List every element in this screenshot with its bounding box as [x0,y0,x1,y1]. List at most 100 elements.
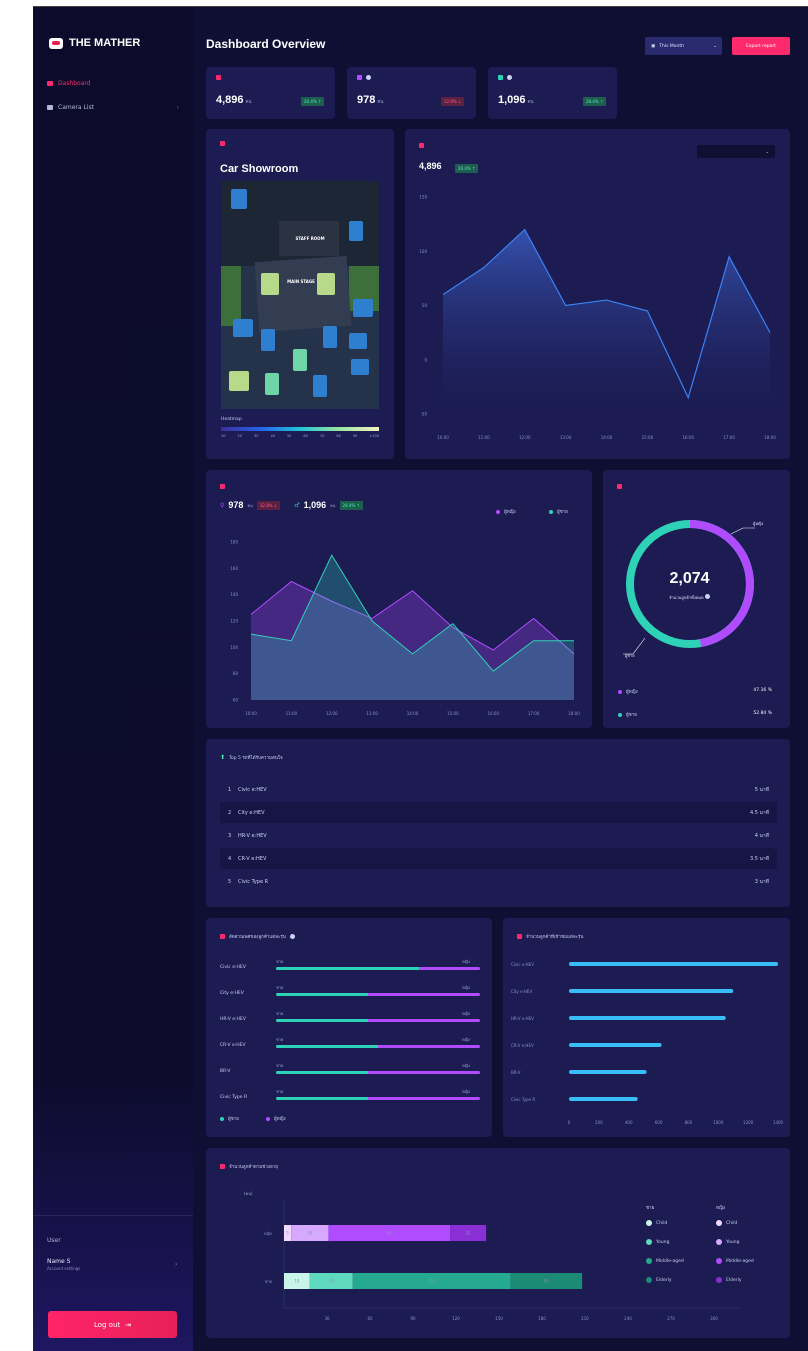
female-segment [367,1019,480,1022]
logout-button[interactable]: Log out ⇥ [48,1311,177,1338]
scale-tick: 50 [286,434,292,438]
x-tick-label: 15:00 [447,711,459,716]
female-label: หญิง [462,985,470,990]
list-item[interactable]: 4 CR-V e:HEV 3.5 นาที [220,848,777,869]
x-tick-label: 150 [495,1316,503,1321]
user-name[interactable]: Name S [47,1258,70,1265]
info-icon[interactable] [366,75,371,80]
car-spot[interactable] [349,333,367,349]
date-filter-dropdown[interactable]: ▣ This Month ⌄ [645,37,722,55]
car-spot[interactable] [353,299,373,317]
map-title: Car Showroom [220,163,299,175]
rank: 2 [228,809,232,816]
showroom-map-card: Car Showroom STAFF ROOM MAIN STAGE Heatm… [206,129,394,459]
y-tick-label: 120 [230,619,238,624]
info-icon[interactable] [704,594,710,599]
card-header: สัดส่วนเพศของลูกค้าแต่ละรุ่น [220,933,295,940]
list-item[interactable]: 1 Civic e:HEV 5 นาที [220,779,777,800]
scale-tick: 60 [303,434,308,438]
rank: 1 [228,786,232,793]
car-spot[interactable] [351,359,369,375]
info-icon[interactable] [507,75,512,80]
x-tick-label: 17:00 [528,711,540,716]
legend-item: Child [646,1220,667,1226]
bar [569,1097,638,1101]
sidebar-item-dashboard[interactable]: Dashboard [47,80,179,87]
car-spot[interactable] [231,189,247,209]
car-spot[interactable] [323,326,337,348]
y-tick-label: 50 [422,303,428,308]
car-spot[interactable] [261,273,279,295]
y-tick-label: 100 [419,249,427,254]
category-label: BR-V [511,1070,521,1075]
female-icon [357,75,362,80]
gender-ratio-bar[interactable] [276,993,480,996]
male-label: ชาย [276,1011,284,1016]
male-icon [498,75,503,80]
gender-ratio-bar[interactable] [276,1045,480,1048]
scale-tick: 70 [319,434,325,438]
gender-ratio-bar[interactable] [276,1097,480,1100]
category-label: Civic e:HEV [511,962,534,967]
calendar-icon: ▣ [651,43,656,49]
legend-item: Young [646,1239,669,1245]
gender-ratio-bar[interactable] [276,967,480,970]
brand-name: THE MATHER [69,37,141,49]
car-spot[interactable] [233,319,253,337]
export-report-button[interactable]: Export report [732,37,790,55]
card-header: ⬆ Top 5 รถที่ได้รับความสนใจ [220,754,283,761]
view-time: 5 นาที [754,786,769,793]
male-segment [276,1071,368,1074]
category-label: City e:HEV [511,989,532,994]
x-tick-label: 13:00 [366,711,378,716]
y-tick-label: 80 [233,671,239,676]
car-spot[interactable] [313,375,327,397]
car-spot[interactable] [293,349,307,371]
list-item[interactable]: 2 City e:HEV 4.5 นาที [220,802,777,823]
gender-by-car-card: สัดส่วนเพศของลูกค้าแต่ละรุ่น Civic e:HEV… [206,918,492,1137]
x-tick-label: 400 [625,1120,633,1125]
segment-label: 18 [294,1279,300,1284]
x-tick-label: 18:00 [568,711,580,716]
car-spot[interactable] [317,273,335,295]
logo-icon [49,37,63,49]
x-tick-label: 200 [595,1120,603,1125]
male-label: ชาย [276,1063,284,1068]
x-tick-label: 1400 [773,1120,784,1125]
y-tick-label: 150 [419,195,427,200]
gender-ratio-bar[interactable] [276,1019,480,1022]
x-tick-label: 240 [624,1316,632,1321]
list-item[interactable]: 3 HR-V e:HEV 4 นาที [220,825,777,846]
car-name: Civic e:HEV [220,965,246,970]
car-spot[interactable] [349,221,363,241]
car-spot[interactable] [265,373,279,395]
sidebar-item-camera-list[interactable]: Camera List › [47,104,179,111]
brand-logo[interactable]: THE MATHER [49,37,140,49]
car-spot[interactable] [261,329,275,351]
legend-item: Child [716,1220,737,1226]
info-icon[interactable] [289,934,295,939]
scale-tick: 80 [336,434,341,438]
user-settings-link[interactable]: Account settings [47,1266,80,1271]
x-tick-label: 1200 [743,1120,754,1125]
traffic-area [443,229,770,414]
male-label: ชาย [276,959,284,964]
x-tick-label: 180 [538,1316,546,1321]
female-label: หญิง [462,1089,470,1094]
car-spot[interactable] [229,371,249,391]
gender-ratio-bar[interactable] [276,1071,480,1074]
segment-label: 50 [544,1279,550,1284]
plant-zone [221,266,241,326]
chevron-right-icon[interactable]: › [175,1261,177,1268]
list-item[interactable]: 5 Civic Type R 3 นาที [220,871,777,892]
donut-male-callout: ผู้ชาย [625,653,635,658]
bar [569,1043,662,1047]
female-label: หญิง [462,1037,470,1042]
x-tick-label: 15:00 [642,435,654,440]
segment-label: 85 [387,1231,393,1236]
male-segment [276,1045,378,1048]
stat-label [498,75,512,80]
x-tick-label: 30 [324,1316,330,1321]
x-tick-label: 300 [710,1316,718,1321]
showroom-floor-map[interactable]: STAFF ROOM MAIN STAGE [221,181,379,409]
